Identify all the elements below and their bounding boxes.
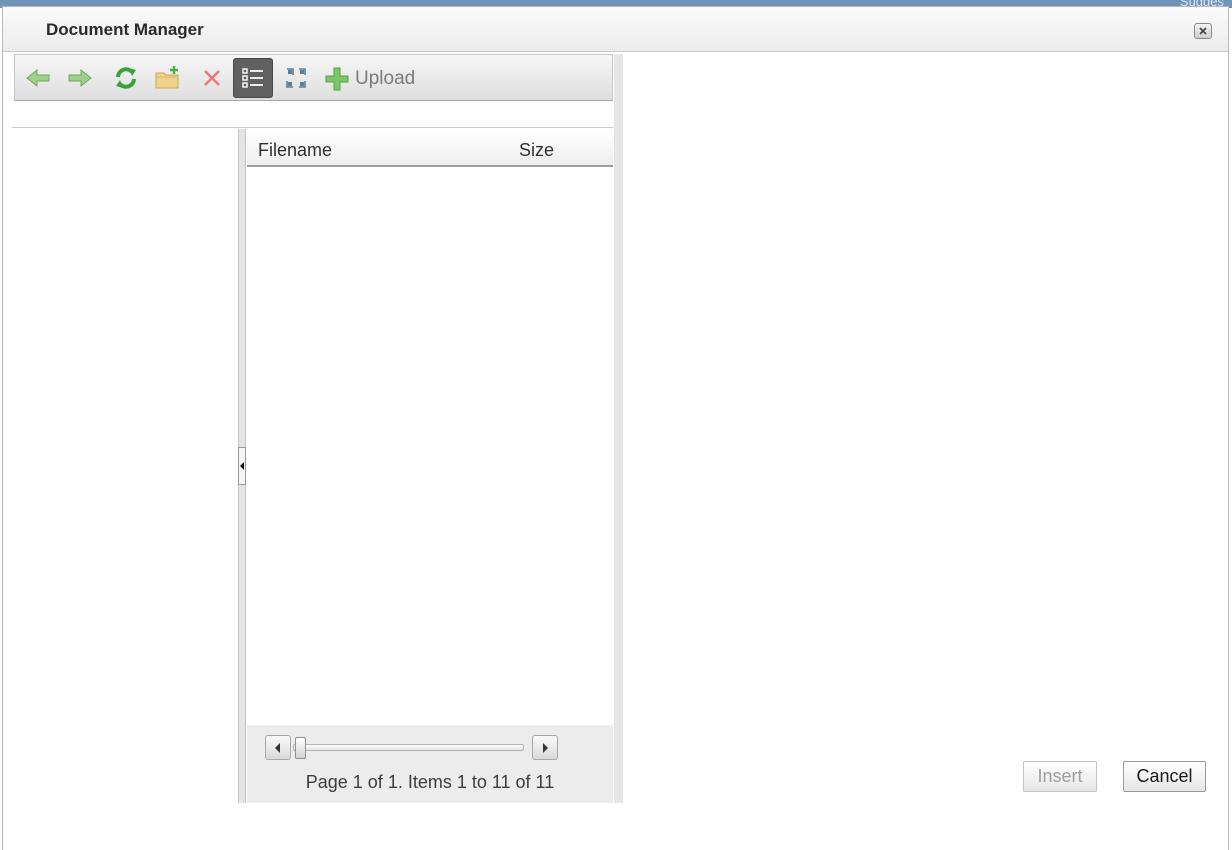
thumbnail-view-button[interactable]: [281, 63, 311, 93]
pager-slider-thumb[interactable]: [295, 737, 306, 759]
dialog-titlebar[interactable]: Document Manager: [3, 7, 1228, 52]
file-grid: Filename Size Page 1 of 1. Items 1 to 11…: [247, 129, 613, 803]
plus-icon: [325, 67, 349, 91]
refresh-icon: [116, 67, 136, 89]
arrow-right-icon: [68, 68, 92, 88]
list-view-button[interactable]: [233, 58, 273, 98]
caret-right-icon: [543, 742, 548, 753]
insert-button[interactable]: Insert: [1023, 761, 1097, 792]
back-button[interactable]: [23, 63, 53, 93]
close-button[interactable]: [1194, 23, 1212, 39]
pager-prev-button[interactable]: [265, 735, 291, 760]
close-icon: [1199, 27, 1207, 35]
folder-tree-pane[interactable]: [12, 129, 237, 803]
pager-slider-track[interactable]: [293, 744, 524, 751]
pager-next-button[interactable]: [532, 735, 558, 760]
upload-label: Upload: [355, 68, 416, 89]
upload-button[interactable]: Upload: [325, 64, 415, 94]
delete-button[interactable]: [197, 63, 227, 93]
forward-button[interactable]: [65, 63, 95, 93]
collapse-left-handle[interactable]: [238, 447, 246, 485]
file-explorer-panel: Upload Filename Size Page 1 of 1. Items …: [12, 54, 623, 803]
refresh-button[interactable]: [111, 63, 141, 93]
arrow-left-icon: [26, 68, 50, 88]
new-folder-icon: [155, 66, 179, 89]
grid-pager: Page 1 of 1. Items 1 to 11 of 11: [247, 725, 613, 803]
new-folder-button[interactable]: [153, 63, 183, 93]
grid-header: Filename Size: [247, 129, 613, 167]
pane-splitter[interactable]: [238, 129, 246, 803]
dialog-title: Document Manager: [46, 20, 204, 39]
document-manager-dialog: Document Manager Upload Filename Size Pa…: [2, 6, 1229, 850]
explorer-toolbar: Upload: [14, 54, 613, 101]
address-bar[interactable]: [12, 103, 613, 128]
list-view-icon: [242, 68, 263, 88]
caret-left-icon: [275, 742, 280, 753]
column-header-filename[interactable]: Filename: [258, 140, 332, 161]
thumbnail-view-icon: [286, 68, 306, 88]
delete-icon: [204, 70, 220, 86]
cancel-button[interactable]: Cancel: [1123, 761, 1206, 792]
column-header-size[interactable]: Size: [519, 140, 554, 161]
pager-info: Page 1 of 1. Items 1 to 11 of 11: [305, 772, 555, 792]
